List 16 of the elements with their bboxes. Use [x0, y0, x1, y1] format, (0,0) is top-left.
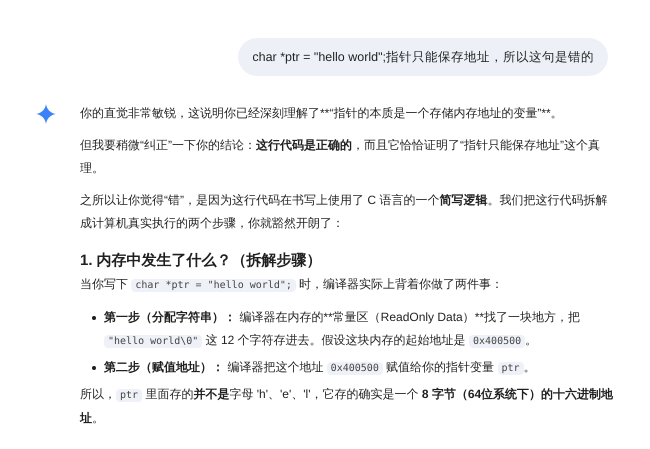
list-item-text: 第二步（赋值地址）： 编译器把这个地址 0x400500 赋值给你的指针变量 ptr 。: [104, 359, 536, 377]
paragraph: 当你写下 char *ptr = "hello world"; 时，编译器实际上背着你做了两件事：: [80, 276, 504, 294]
inline-code: ptr: [116, 389, 142, 402]
paragraph: 之所以让你觉得“错”，是因为这行代码在书写上使用了 C 语言的一个简写逻辑。我们把这行代码拆解成计算机真实执行的两个步骤，你就豁然开朗了：: [80, 192, 608, 232]
paragraph: 但我要稍微“纠正”一下你的结论：这行代码是正确的，而且它恰恰证明了“指针只能保存地址”这个真理。: [80, 137, 601, 177]
section-heading: 1. 内存中发生了什么？（拆解步骤）: [80, 251, 323, 271]
inline-code: 0x400500: [326, 362, 383, 375]
paragraph: 你的直觉非常敏锐，这说明你已经深刻理解了**“指针的本质是一个存储内存地址的变量”**。: [80, 105, 564, 122]
sparkle-icon: [36, 104, 56, 124]
inline-code: ptr: [498, 362, 524, 375]
inline-code: char *ptr = "hello world";: [131, 279, 296, 292]
inline-code: "hello world\0": [104, 335, 202, 348]
user-message-bubble: char *ptr = "hello world";指针只能保存地址，所以这句是错的: [238, 38, 608, 76]
inline-code: 0x400500: [469, 335, 526, 348]
list-item-text: 第一步（分配字符串）： 编译器在内存的**常量区（ReadOnly Data）**找了一块地方，把 "hello world\0" 这 12 个字符存进去。假设这块内存的起始地址是 0x400500 。: [104, 309, 582, 350]
paragraph: 所以， ptr 里面存的并不是字母 'h'、'e'、'l'，它存的确实是一个 8 字节（64位系统下）的十六进制地址。: [80, 386, 614, 427]
